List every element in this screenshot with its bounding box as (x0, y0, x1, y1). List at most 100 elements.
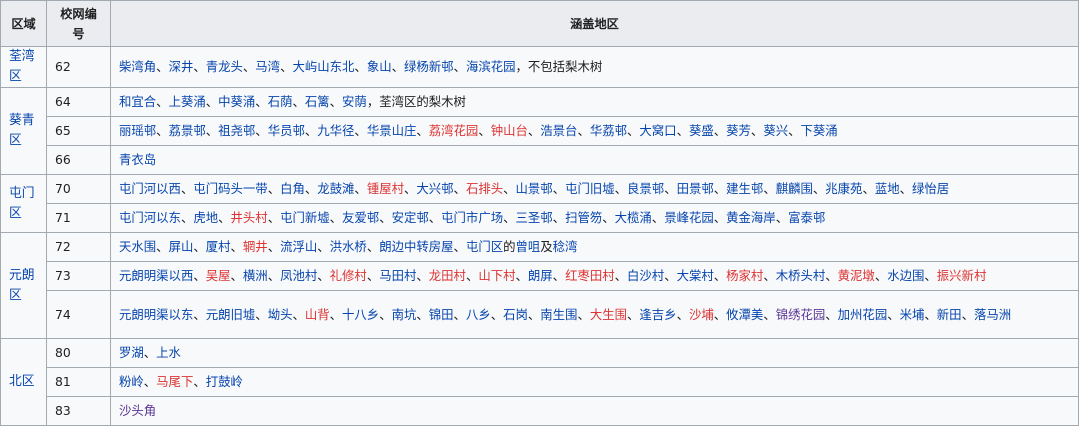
area-link[interactable]: 荔景邨 (169, 123, 206, 138)
area-link[interactable]: 绿怡居 (912, 181, 949, 196)
district-link[interactable]: 屯门区 (0, 174, 47, 233)
area-link[interactable]: 华员邨 (268, 123, 305, 138)
area-link[interactable]: 锺屋村 (367, 181, 404, 196)
area-link[interactable]: 元朗明渠以西 (119, 268, 193, 283)
area-link[interactable]: 厦村 (206, 239, 231, 254)
area-link[interactable]: 丽瑶邨 (119, 123, 156, 138)
area-link[interactable]: 建生邨 (726, 181, 763, 196)
area-link[interactable]: 沙埔 (689, 307, 714, 322)
area-link[interactable]: 三圣邨 (516, 210, 553, 225)
area-link[interactable]: 攸潭美 (726, 307, 763, 322)
area-link[interactable]: 安定邨 (392, 210, 429, 225)
area-link[interactable]: 南生围 (540, 307, 577, 322)
area-link[interactable]: 良景邨 (627, 181, 664, 196)
area-link[interactable]: 祖尧邨 (218, 123, 255, 138)
area-link[interactable]: 九华径 (317, 123, 354, 138)
area-link[interactable]: 友爱邨 (342, 210, 379, 225)
area-link[interactable]: 柴湾角 (119, 59, 156, 74)
area-link[interactable]: 葵盛 (689, 123, 714, 138)
area-link[interactable]: 荔湾花园 (429, 123, 479, 138)
area-link[interactable]: 山景邨 (516, 181, 553, 196)
area-link[interactable]: 大生围 (590, 307, 627, 322)
area-link[interactable]: 黄金海岸 (726, 210, 776, 225)
area-link[interactable]: 上水 (156, 345, 181, 360)
area-link[interactable]: 浩景台 (540, 123, 577, 138)
area-link[interactable]: 象山 (367, 59, 392, 74)
area-link[interactable]: 大屿山东北 (292, 59, 354, 74)
area-link[interactable]: 龙鼓滩 (317, 181, 354, 196)
area-link[interactable]: 绿杨新邨 (404, 59, 454, 74)
area-link[interactable]: 下葵涌 (800, 123, 837, 138)
area-link[interactable]: 石岗 (503, 307, 528, 322)
area-link[interactable]: 马田村 (379, 268, 416, 283)
area-link[interactable]: 落马洲 (974, 307, 1011, 322)
area-link[interactable]: 龙田村 (429, 268, 466, 283)
area-link[interactable]: 八乡 (466, 307, 491, 322)
area-link[interactable]: 元朗明渠以东 (119, 307, 193, 322)
area-link[interactable]: 大棠村 (677, 268, 714, 283)
area-link[interactable]: 田景邨 (677, 181, 714, 196)
area-link[interactable]: 吴屋 (206, 268, 231, 283)
area-link[interactable]: 振兴新村 (937, 268, 987, 283)
area-link[interactable]: 稔湾 (553, 239, 578, 254)
area-link[interactable]: 马尾下 (156, 374, 193, 389)
area-link[interactable]: 屯门市广场 (441, 210, 503, 225)
area-link[interactable]: 华景山庄 (367, 123, 417, 138)
area-link[interactable]: 新田 (937, 307, 962, 322)
area-link[interactable]: 朗边中转房屋 (379, 239, 453, 254)
area-link[interactable]: 马湾 (255, 59, 280, 74)
area-link[interactable]: 富泰邨 (788, 210, 825, 225)
area-link[interactable]: 兆康苑 (825, 181, 862, 196)
district-link[interactable]: 葵青区 (0, 87, 47, 175)
area-link[interactable]: 曾咀 (516, 239, 541, 254)
area-link[interactable]: 罗湖 (119, 345, 144, 360)
district-link[interactable]: 元朗区 (0, 232, 47, 339)
area-link[interactable]: 山下村 (478, 268, 515, 283)
area-link[interactable]: 钟山台 (491, 123, 528, 138)
area-link[interactable]: 葵芳 (726, 123, 751, 138)
area-link[interactable]: 横洲 (243, 268, 268, 283)
district-link[interactable]: 荃湾区 (0, 46, 47, 88)
area-link[interactable]: 锦田 (429, 307, 454, 322)
area-link[interactable]: 石荫 (268, 94, 293, 109)
area-link[interactable]: 石排头 (466, 181, 503, 196)
area-link[interactable]: 黄泥墩 (838, 268, 875, 283)
area-link[interactable]: 中葵涌 (218, 94, 255, 109)
area-link[interactable]: 屯门河以西 (119, 181, 181, 196)
area-link[interactable]: 深井 (169, 59, 194, 74)
area-link[interactable]: 粉岭 (119, 374, 144, 389)
area-link[interactable]: 洪水桥 (330, 239, 367, 254)
area-link[interactable]: 打鼓岭 (206, 374, 243, 389)
area-link[interactable]: 虎地 (193, 210, 218, 225)
area-link[interactable]: 坳头 (268, 307, 293, 322)
area-link[interactable]: 海滨花园 (466, 59, 516, 74)
area-link[interactable]: 锦绣花园 (776, 307, 826, 322)
area-link[interactable]: 朗屏 (528, 268, 553, 283)
area-link[interactable]: 屯门新墟 (280, 210, 330, 225)
area-link[interactable]: 凤池村 (280, 268, 317, 283)
area-link[interactable]: 景峰花园 (664, 210, 714, 225)
area-link[interactable]: 辋井 (243, 239, 268, 254)
area-link[interactable]: 青龙头 (206, 59, 243, 74)
area-link[interactable]: 大榄涌 (615, 210, 652, 225)
area-link[interactable]: 青衣岛 (119, 152, 156, 167)
area-link[interactable]: 白角 (280, 181, 305, 196)
area-link[interactable]: 流浮山 (280, 239, 317, 254)
area-link[interactable]: 屯门码头一带 (193, 181, 267, 196)
area-link[interactable]: 加州花园 (838, 307, 888, 322)
area-link[interactable]: 屯门旧墟 (565, 181, 615, 196)
area-link[interactable]: 屯门河以东 (119, 210, 181, 225)
area-link[interactable]: 礼修村 (330, 268, 367, 283)
area-link[interactable]: 米埔 (900, 307, 925, 322)
area-link[interactable]: 大窝口 (639, 123, 676, 138)
area-link[interactable]: 葵兴 (763, 123, 788, 138)
area-link[interactable]: 石篱 (305, 94, 330, 109)
area-link[interactable]: 逢吉乡 (639, 307, 676, 322)
area-link[interactable]: 天水围 (119, 239, 156, 254)
area-link[interactable]: 南坑 (392, 307, 417, 322)
area-link[interactable]: 屏山 (169, 239, 194, 254)
area-link[interactable]: 沙头角 (119, 403, 156, 418)
area-link[interactable]: 大兴邨 (416, 181, 453, 196)
area-link[interactable]: 麒麟围 (776, 181, 813, 196)
area-link[interactable]: 和宜合 (119, 94, 156, 109)
